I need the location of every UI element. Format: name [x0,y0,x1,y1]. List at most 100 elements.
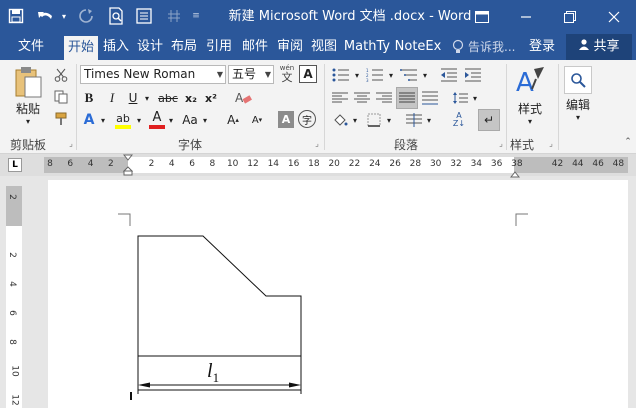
bullets-dropdown-icon[interactable]: ▾ [352,65,362,85]
multilevel-list-icon[interactable] [398,65,420,85]
underline-dropdown-icon[interactable]: ▾ [142,88,152,108]
format-painter-icon[interactable] [52,110,70,128]
font-launcher-icon[interactable]: ⌟ [312,138,322,148]
align-center-icon[interactable] [352,88,372,108]
tab-layout[interactable]: 布局 [168,34,200,60]
line-spacing-icon[interactable] [450,88,470,108]
window-title: 新建 Microsoft Word 文档 .docx - Word [228,9,472,24]
borders-dropdown-icon[interactable]: ▾ [384,110,394,130]
tab-mathtype[interactable]: MathTy [342,34,392,60]
grow-font-icon[interactable]: A ▴ [224,110,242,130]
vruler-label: 8 [6,339,17,345]
copy-icon[interactable] [52,88,70,106]
save-icon[interactable] [6,6,26,26]
styles-button[interactable]: 样式 [512,100,548,116]
cut-icon[interactable] [52,66,70,84]
touch-mode-icon[interactable] [134,6,154,26]
tell-me-box[interactable]: 告诉我... [468,34,522,60]
strikethrough-button[interactable]: abc [156,88,180,108]
ribbon-tabs: 文件 开始 插入 设计 布局 引用 邮件 审阅 视图 MathTy NoteEx… [0,34,636,60]
tab-home[interactable]: 开始 [64,36,98,60]
ribbon-display-icon[interactable] [460,0,504,34]
numbering-dropdown-icon[interactable]: ▾ [386,65,396,85]
collapse-ribbon-icon[interactable]: ⌃ [622,136,634,148]
tab-references[interactable]: 引用 [202,34,236,60]
chinese-layout-dropdown-icon[interactable]: ▾ [424,110,434,130]
increase-indent-icon[interactable] [462,65,484,85]
paste-button[interactable]: 粘贴 [10,100,46,116]
tab-design[interactable]: 设计 [134,34,166,60]
enclose-characters-icon[interactable]: 字 [298,110,316,128]
bold-button[interactable]: B [80,88,98,108]
numbering-icon[interactable]: 123 [364,65,386,85]
sort-icon[interactable]: A Z↓ [448,110,470,130]
document-page[interactable]: l1 [48,180,628,408]
font-name-select[interactable]: Times New Roman ▼ [80,65,226,84]
drawing-canvas [118,213,528,400]
styles-icon[interactable]: A [512,64,548,98]
line-spacing-dropdown-icon[interactable]: ▾ [470,88,480,108]
clear-formatting-icon[interactable]: A [232,88,254,108]
font-color-dropdown-icon[interactable]: ▾ [166,110,176,130]
ruler-label: 22 [348,159,361,169]
styles-dropdown-icon[interactable]: ▾ [512,116,548,126]
character-border-icon[interactable]: A [299,65,317,83]
tab-mailings[interactable]: 邮件 [238,34,272,60]
find-icon[interactable] [564,66,592,94]
vertical-ruler[interactable]: 2 2 4 6 8 10 12 [6,186,22,408]
undo-icon[interactable] [34,6,58,26]
redo-icon[interactable] [76,6,96,26]
show-marks-icon[interactable]: ↵ [478,109,500,131]
customize-icon[interactable] [164,6,184,26]
text-effects-icon[interactable]: A [80,110,98,130]
minimize-icon[interactable] [504,0,548,34]
share-button[interactable]: 共享 [566,34,632,60]
shrink-font-icon[interactable]: A ▾ [248,110,266,130]
login-link[interactable]: 登录 [526,34,558,60]
close-icon[interactable] [592,0,636,34]
phonetic-guide-button[interactable]: wén 文 [277,63,297,85]
bullets-icon[interactable] [330,65,352,85]
character-shading-icon[interactable]: A [278,111,294,128]
font-color-icon[interactable]: A [148,110,166,130]
align-right-icon[interactable] [374,88,394,108]
tab-selector-icon[interactable]: L [8,158,22,172]
shading-dropdown-icon[interactable]: ▾ [350,110,360,130]
change-case-dropdown-icon[interactable]: ▾ [200,110,210,130]
justify-icon[interactable] [396,87,418,109]
change-case-icon[interactable]: Aa [180,110,200,130]
distributed-icon[interactable] [420,88,440,108]
superscript-button[interactable]: x² [202,88,220,108]
paste-icon[interactable] [10,64,46,100]
highlight-icon[interactable]: ab [112,110,134,130]
italic-button[interactable]: I [104,88,120,108]
vertical-scrollbar[interactable] [628,176,636,408]
tab-view[interactable]: 视图 [308,34,340,60]
tab-insert[interactable]: 插入 [100,34,132,60]
font-size-select[interactable]: 五号 ▼ [228,65,274,84]
editing-button[interactable]: 编辑 [560,96,596,112]
text-effects-dropdown-icon[interactable]: ▾ [98,110,108,130]
styles-launcher-icon[interactable]: ⌟ [546,138,556,148]
highlight-dropdown-icon[interactable]: ▾ [134,110,144,130]
shading-icon[interactable] [330,110,350,130]
multilevel-dropdown-icon[interactable]: ▾ [420,65,430,85]
align-left-icon[interactable] [330,88,350,108]
right-indent-marker-icon[interactable] [509,166,521,178]
tab-noteexpress[interactable]: NoteEx [394,34,442,60]
undo-dropdown-icon[interactable]: ▾ [58,6,70,26]
borders-icon[interactable] [364,110,384,130]
restore-icon[interactable] [548,0,592,34]
underline-button[interactable]: U [124,88,142,108]
decrease-indent-icon[interactable] [438,65,460,85]
editing-dropdown-icon[interactable]: ▾ [560,112,596,122]
tab-review[interactable]: 审阅 [274,34,306,60]
paste-dropdown-icon[interactable]: ▾ [10,116,46,126]
tab-file[interactable]: 文件 [8,34,54,60]
indent-marker-icon[interactable] [122,154,134,176]
clipboard-launcher-icon[interactable]: ⌟ [66,138,76,148]
chinese-layout-icon[interactable] [404,110,424,130]
paragraph-launcher-icon[interactable]: ⌟ [496,138,506,148]
print-preview-icon[interactable] [106,6,126,26]
subscript-button[interactable]: x₂ [182,88,200,108]
